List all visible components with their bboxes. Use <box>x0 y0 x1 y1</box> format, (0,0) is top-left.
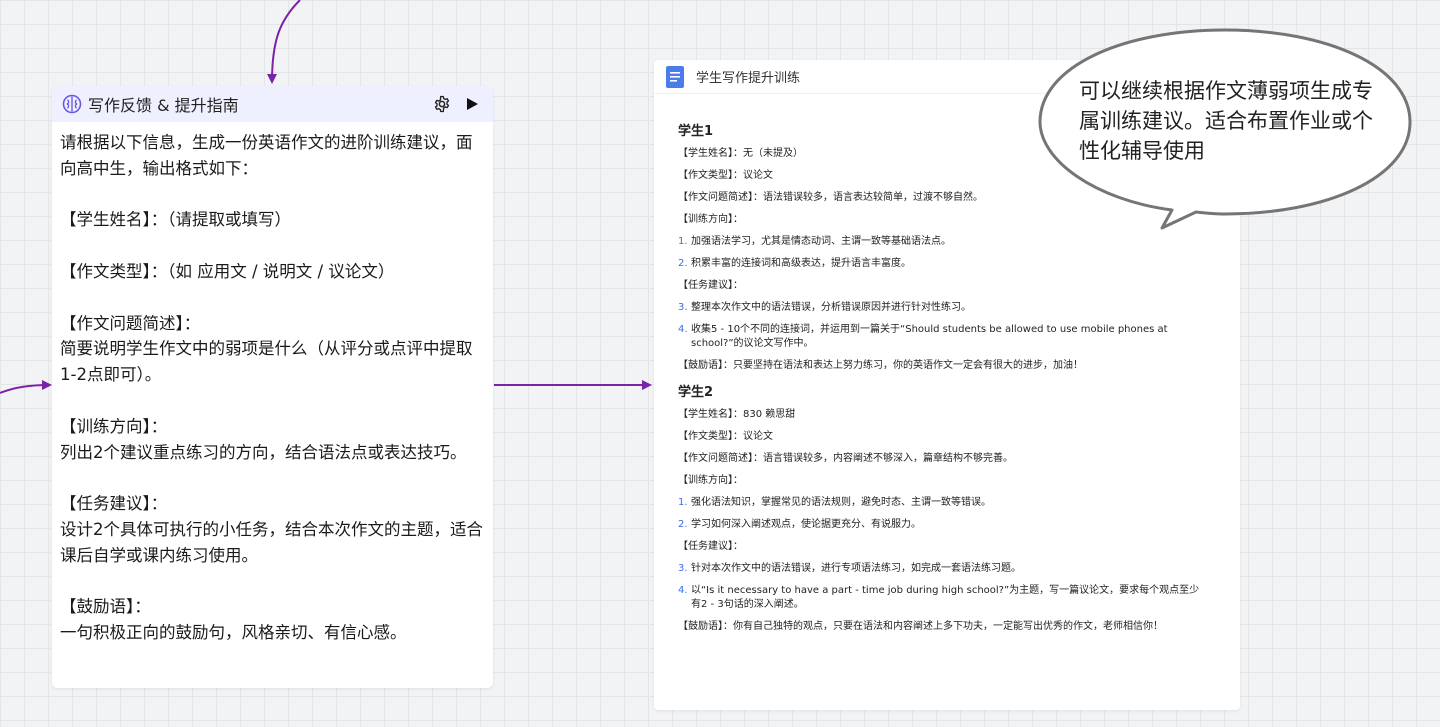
encouragement-line: 【鼓励语】：只要坚持在语法和表达上努力练习，你的英语作文一定会有很大的进步，加油… <box>678 360 1083 371</box>
gear-icon <box>434 95 450 113</box>
list-text: 积累丰富的连接词和高级表达，提升语言丰富度。 <box>691 258 911 269</box>
problem-summary-line: 【作文问题简述】：语言错误较多，内容阐述不够深入，篇章结构不够完善。 <box>678 453 1013 464</box>
list-item: 1. 强化语法知识，掌握常见的语法规则，避免时态、主谓一致等错误。 <box>678 496 1216 510</box>
list-text: 强化语法知识，掌握常见的语法规则，避免时态、主谓一致等错误。 <box>691 497 991 508</box>
essay-type-line: 【作文类型】：议论文 <box>678 431 773 442</box>
brain-icon <box>62 94 82 114</box>
list-number: 3. <box>678 563 688 574</box>
list-item: 3. 整理本次作文中的语法错误，分析错误原因并进行针对性练习。 <box>678 301 1216 315</box>
task-suggestion-label: 【任务建议】： <box>678 280 743 291</box>
list-item: 4. 收集5 - 10个不同的连接词，并运用到一篇关于“Should studen… <box>678 323 1216 351</box>
list-number: 2. <box>678 519 688 530</box>
prompt-node[interactable]: 写作反馈 & 提升指南 请根据以下信息，生成一份英语作文的进阶训练建议，面向高中… <box>52 86 493 688</box>
prompt-node-title: 写作反馈 & 提升指南 <box>88 96 239 115</box>
list-item: 1. 加强语法学习，尤其是情态动词、主谓一致等基础语法点。 <box>678 235 1216 249</box>
connector-left <box>0 380 52 394</box>
student-name-line: 【学生姓名】：830 赖思甜 <box>678 409 796 420</box>
connector-top <box>267 0 301 84</box>
list-item: 2. 学习如何深入阐述观点，使论据更充分、有说服力。 <box>678 518 1216 532</box>
list-number: 1. <box>678 497 688 508</box>
list-number: 4. <box>678 324 688 335</box>
prompt-node-header: 写作反馈 & 提升指南 <box>52 86 493 122</box>
play-icon <box>467 98 478 110</box>
document-title: 学生写作提升训练 <box>696 71 801 86</box>
list-number: 4. <box>678 585 688 596</box>
list-item: 2. 积累丰富的连接词和高级表达，提升语言丰富度。 <box>678 257 1216 271</box>
list-item: 3. 针对本次作文中的语法错误，进行专项语法练习，如完成一套语法练习题。 <box>678 562 1216 576</box>
list-text: 针对本次作文中的语法错误，进行专项语法练习，如完成一套语法练习题。 <box>691 563 1021 574</box>
encouragement-line: 【鼓励语】：你有自己独特的观点，只要在语法和内容阐述上多下功夫，一定能写出优秀的… <box>678 621 1163 632</box>
task-suggestion-label: 【任务建议】： <box>678 541 743 552</box>
list-number: 3. <box>678 302 688 313</box>
list-text: 收集5 - 10个不同的连接词，并运用到一篇关于“Should students… <box>691 324 1168 349</box>
list-item: 4. 以“Is it necessary to have a part - tim… <box>678 584 1216 612</box>
list-text: 加强语法学习，尤其是情态动词、主谓一致等基础语法点。 <box>691 236 951 247</box>
list-text: 整理本次作文中的语法错误，分析错误原因并进行针对性练习。 <box>691 302 971 313</box>
settings-button[interactable] <box>431 93 453 115</box>
prompt-body-text[interactable]: 请根据以下信息，生成一份英语作文的进阶训练建议，面向高中生，输出格式如下： 【学… <box>52 122 493 646</box>
student-heading: 学生2 <box>678 385 714 400</box>
list-number: 1. <box>678 236 688 247</box>
document-icon <box>666 65 684 88</box>
run-button[interactable] <box>461 93 483 115</box>
list-number: 2. <box>678 258 688 269</box>
list-text: 以“Is it necessary to have a part - time … <box>691 585 1200 610</box>
list-text: 学习如何深入阐述观点，使论据更充分、有说服力。 <box>691 519 921 530</box>
training-direction-label: 【训练方向】： <box>678 475 743 486</box>
bubble-text: 可以继续根据作文薄弱项生成专属训练建议。适合布置作业或个性化辅导使用 <box>1079 79 1373 163</box>
student-section: 学生2 【学生姓名】：830 赖思甜 【作文类型】：议论文 【作文问题简述】：语… <box>678 381 1216 634</box>
